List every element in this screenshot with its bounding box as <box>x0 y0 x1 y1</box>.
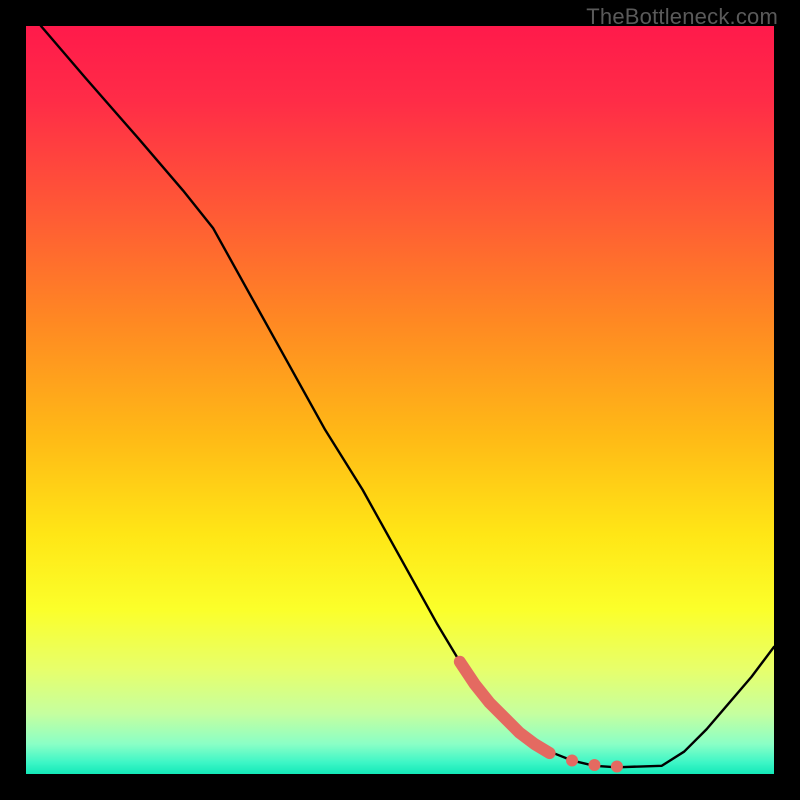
bottleneck-chart <box>26 26 774 774</box>
highlight-dot <box>588 759 600 771</box>
highlight-dot <box>566 755 578 767</box>
highlight-dot <box>611 761 623 773</box>
chart-frame: TheBottleneck.com <box>0 0 800 800</box>
plot-area <box>26 26 774 774</box>
